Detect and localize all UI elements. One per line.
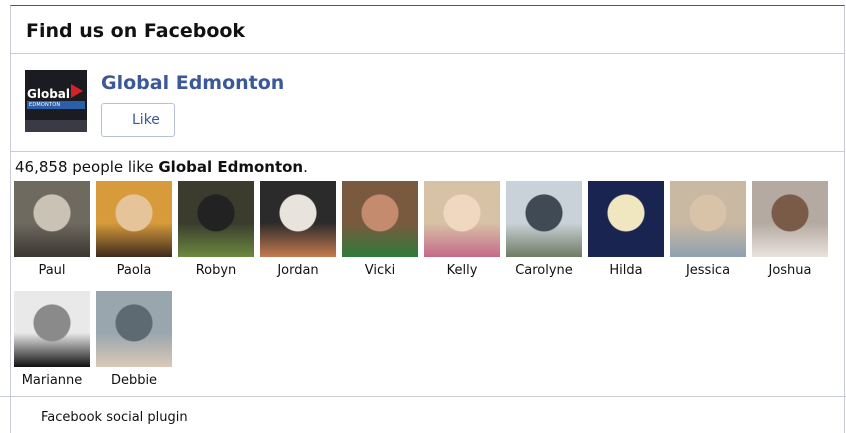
friend-photo[interactable]: [96, 291, 172, 367]
friend-photo[interactable]: [14, 291, 90, 367]
like-count-page-name: Global Edmonton: [158, 158, 304, 176]
friend-face[interactable]: Carolyne: [506, 181, 582, 283]
friend-photo[interactable]: [588, 181, 664, 257]
friend-photo[interactable]: [178, 181, 254, 257]
friend-photo[interactable]: [424, 181, 500, 257]
friend-photo[interactable]: [96, 181, 172, 257]
friend-face[interactable]: Debbie: [96, 291, 172, 393]
header-title: Find us on Facebook: [26, 20, 246, 42]
logo-subtext: EDMONTON: [29, 102, 61, 108]
like-count-text: 46,858 people like Global Edmonton.: [15, 158, 308, 176]
logo-bottom-strip: [25, 120, 87, 132]
friend-name[interactable]: Carolyne: [500, 263, 588, 278]
page-logo[interactable]: Global EDMONTON: [25, 70, 87, 132]
friend-name[interactable]: Vicki: [336, 263, 424, 278]
friend-name[interactable]: Paola: [90, 263, 178, 278]
page-info: Global EDMONTON Global Edmonton Like: [11, 54, 844, 152]
friend-name[interactable]: Paul: [8, 263, 96, 278]
friend-face[interactable]: Robyn: [178, 181, 254, 283]
friend-face[interactable]: Paola: [96, 181, 172, 283]
friend-name[interactable]: Marianne: [8, 373, 96, 388]
friend-face[interactable]: Jordan: [260, 181, 336, 283]
friend-photo[interactable]: [506, 181, 582, 257]
friend-face[interactable]: Joshua: [752, 181, 828, 283]
friend-face[interactable]: Paul: [14, 181, 90, 283]
logo-arrow-icon: [71, 84, 83, 98]
friend-face[interactable]: Kelly: [424, 181, 500, 283]
friend-name[interactable]: Debbie: [90, 373, 178, 388]
friend-name[interactable]: Joshua: [746, 263, 834, 278]
friend-photo[interactable]: [342, 181, 418, 257]
friend-face[interactable]: Jessica: [670, 181, 746, 283]
logo-text: Global: [27, 87, 71, 101]
friend-name[interactable]: Jessica: [664, 263, 752, 278]
friend-name[interactable]: Jordan: [254, 263, 342, 278]
friend-face[interactable]: Hilda: [588, 181, 664, 283]
footer-text: Facebook social plugin: [41, 410, 188, 425]
like-button[interactable]: Like: [101, 103, 175, 137]
page-name-link[interactable]: Global Edmonton: [101, 72, 284, 94]
like-button-label: Like: [132, 112, 160, 128]
friend-photo[interactable]: [670, 181, 746, 257]
friend-photo[interactable]: [752, 181, 828, 257]
header: Find us on Facebook: [11, 6, 844, 54]
like-count-suffix: .: [303, 158, 308, 176]
friend-name[interactable]: Hilda: [582, 263, 670, 278]
friend-name[interactable]: Robyn: [172, 263, 260, 278]
friend-photo[interactable]: [14, 181, 90, 257]
friend-face[interactable]: Marianne: [14, 291, 90, 393]
friend-name[interactable]: Kelly: [418, 263, 506, 278]
friend-face[interactable]: Vicki: [342, 181, 418, 283]
friend-photo[interactable]: [260, 181, 336, 257]
like-count-prefix: people like: [67, 158, 159, 176]
like-count: 46,858: [15, 158, 68, 176]
